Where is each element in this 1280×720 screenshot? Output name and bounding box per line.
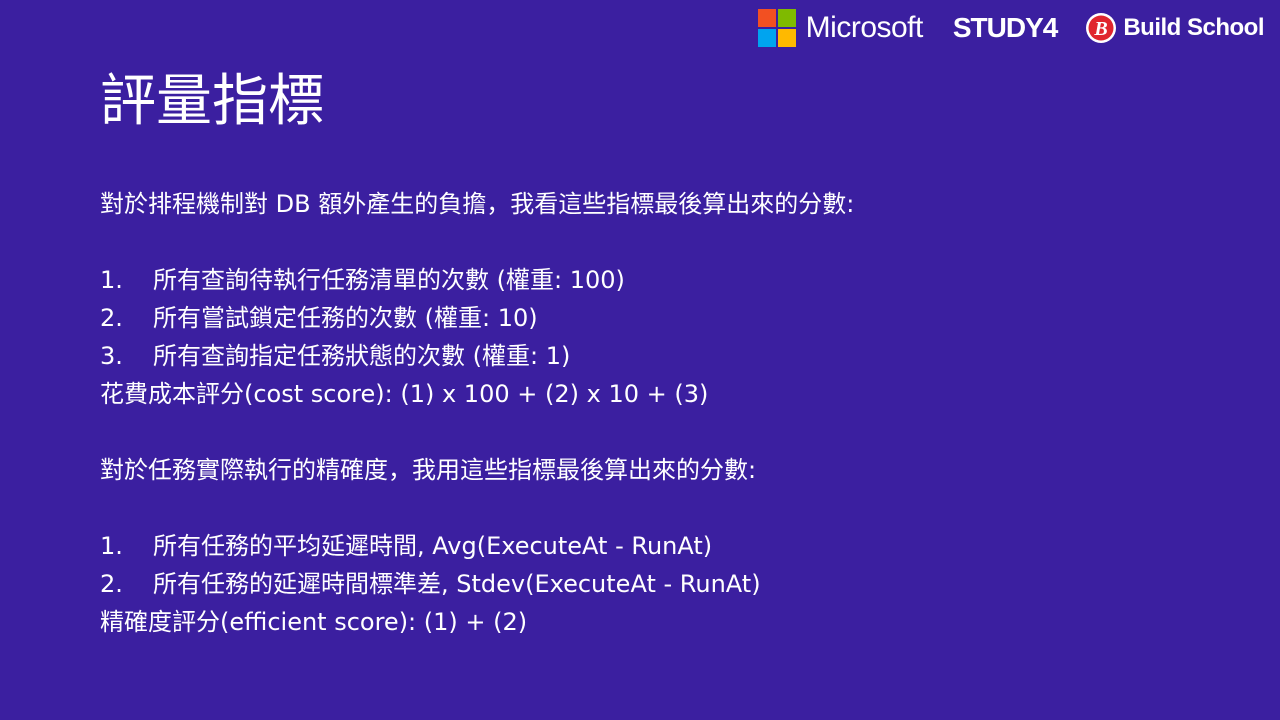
item-number: 1. <box>100 266 123 294</box>
ms-green-square <box>777 9 796 27</box>
ms-red-square <box>757 9 776 27</box>
microsoft-logo: Microsoft <box>757 9 924 47</box>
cost-formula: 花費成本評分(cost score): (1) x 100 + (2) x 10… <box>100 380 709 408</box>
item-text: 所有任務的延遲時間標準差, Stdev(ExecuteAt - RunAt) <box>153 570 761 598</box>
microsoft-wordmark: Microsoft <box>805 11 924 44</box>
slide-body: 對於排程機制對 DB 額外產生的負擔，我看這些指標最後算出來的分數: 1. 所有… <box>100 185 1220 641</box>
precision-item: 1. 所有任務的平均延遲時間, Avg(ExecuteAt - RunAt) <box>100 527 1220 565</box>
ms-yellow-square <box>777 29 796 47</box>
build-school-logo: B Build School <box>1085 12 1264 44</box>
microsoft-squares-icon <box>757 9 796 47</box>
item-number: 2. <box>100 304 123 332</box>
item-number: 3. <box>100 342 123 370</box>
ms-blue-square <box>757 29 776 47</box>
item-text: 所有任務的平均延遲時間, Avg(ExecuteAt - RunAt) <box>153 532 713 560</box>
build-school-b-icon: B <box>1086 13 1117 43</box>
logo-bar: Microsoft STUDY4 B Build School <box>757 8 1264 48</box>
build-school-wordmark: Build School <box>1123 14 1264 41</box>
cost-item: 2. 所有嘗試鎖定任務的次數 (權重: 10) <box>100 299 1220 337</box>
cost-intro: 對於排程機制對 DB 額外產生的負擔，我看這些指標最後算出來的分數: <box>100 190 855 218</box>
precision-item: 2. 所有任務的延遲時間標準差, Stdev(ExecuteAt - RunAt… <box>100 565 1220 603</box>
item-number: 1. <box>100 532 123 560</box>
slide-title: 評量指標 <box>100 69 324 134</box>
item-text: 所有查詢指定任務狀態的次數 (權重: 1) <box>153 342 571 370</box>
cost-item: 3. 所有查詢指定任務狀態的次數 (權重: 1) <box>100 337 1220 375</box>
precision-intro: 對於任務實際執行的精確度，我用這些指標最後算出來的分數: <box>100 456 757 484</box>
cost-item: 1. 所有查詢待執行任務清單的次數 (權重: 100) <box>100 261 1220 299</box>
precision-formula: 精確度評分(efficient score): (1) + (2) <box>100 608 528 636</box>
study4-logo: STUDY4 <box>952 12 1058 43</box>
item-number: 2. <box>100 570 123 598</box>
svg-text:B: B <box>1094 18 1108 40</box>
item-text: 所有查詢待執行任務清單的次數 (權重: 100) <box>153 266 625 294</box>
item-text: 所有嘗試鎖定任務的次數 (權重: 10) <box>153 304 538 332</box>
